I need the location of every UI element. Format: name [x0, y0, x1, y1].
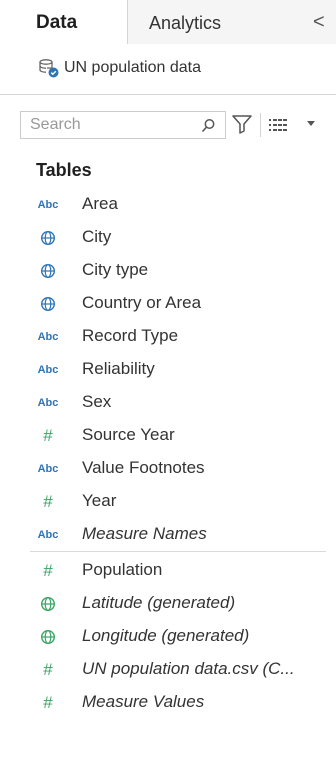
number-type-icon: #: [30, 492, 66, 512]
field-country-or-area[interactable]: Country or Area: [30, 289, 326, 319]
field-name: Sex: [82, 392, 112, 411]
field-latitude-generated[interactable]: Latitude (generated): [30, 589, 326, 619]
tab-data-label: Data: [36, 12, 78, 33]
globe-icon: [40, 263, 56, 279]
pane-tabs: Data Analytics <: [0, 0, 336, 45]
field-name: Population: [82, 560, 163, 579]
field-name: Latitude (generated): [82, 593, 236, 612]
datasource-name: UN population data: [64, 59, 201, 76]
globe-icon: [40, 296, 56, 312]
string-type-icon: Abc: [30, 327, 66, 347]
search-input[interactable]: [30, 115, 180, 135]
geographic-role-icon: [30, 261, 66, 281]
field-name: Reliability: [82, 359, 155, 378]
string-type-icon: Abc: [30, 393, 66, 413]
abc-glyph: Abc: [37, 463, 59, 475]
hash-glyph: #: [43, 561, 53, 580]
datasource-row[interactable]: UN population data: [0, 44, 336, 95]
abc-glyph: Abc: [37, 364, 59, 376]
field-sex[interactable]: Abc Sex: [30, 388, 326, 418]
field-measure-values[interactable]: # Measure Values: [30, 688, 326, 718]
globe-icon: [40, 596, 56, 612]
field-name: Longitude (generated): [82, 626, 250, 645]
abc-glyph: Abc: [37, 199, 59, 211]
search-field[interactable]: [20, 111, 226, 139]
measures-divider: [30, 551, 326, 552]
tab-analytics[interactable]: Analytics <: [128, 0, 336, 44]
field-name: Year: [82, 491, 117, 510]
field-population[interactable]: # Population: [30, 556, 326, 586]
search-icon[interactable]: [199, 117, 217, 135]
tab-analytics-label: Analytics: [149, 13, 222, 33]
globe-icon: [40, 629, 56, 645]
field-reliability[interactable]: Abc Reliability: [30, 355, 326, 385]
number-type-icon: #: [30, 561, 66, 581]
field-name: Country or Area: [82, 293, 202, 312]
string-type-icon: Abc: [30, 525, 66, 545]
geographic-role-icon: [30, 294, 66, 314]
field-un-population-data-csv-c[interactable]: # UN population data.csv (C...: [30, 655, 326, 685]
field-name: Source Year: [82, 425, 175, 444]
abc-glyph: Abc: [37, 397, 59, 409]
number-type-icon: #: [30, 660, 66, 680]
field-name: Record Type: [82, 326, 179, 345]
field-source-year[interactable]: # Source Year: [30, 421, 326, 451]
list-view-icon[interactable]: [266, 114, 290, 136]
hash-glyph: #: [43, 426, 53, 445]
string-type-icon: Abc: [30, 360, 66, 380]
filter-icon[interactable]: [230, 112, 254, 136]
number-type-icon: #: [30, 426, 66, 446]
field-city[interactable]: City: [30, 223, 326, 253]
hash-glyph: #: [43, 693, 53, 712]
field-value-footnotes[interactable]: Abc Value Footnotes: [30, 454, 326, 484]
field-measure-names[interactable]: Abc Measure Names: [30, 520, 326, 550]
tab-data[interactable]: Data: [0, 0, 128, 45]
hash-glyph: #: [43, 492, 53, 511]
field-longitude-generated[interactable]: Longitude (generated): [30, 622, 326, 652]
field-record-type[interactable]: Abc Record Type: [30, 322, 326, 352]
field-name: Value Footnotes: [82, 458, 205, 477]
field-year[interactable]: # Year: [30, 487, 326, 517]
abc-glyph: Abc: [37, 529, 59, 541]
geographic-role-icon: [30, 627, 66, 647]
field-name: Area: [82, 194, 118, 213]
field-name: City: [82, 227, 112, 246]
string-type-icon: Abc: [30, 195, 66, 215]
field-area[interactable]: Abc Area: [30, 190, 326, 220]
field-name: Measure Names: [82, 524, 207, 543]
datasource-icon: [39, 59, 59, 78]
field-city-type[interactable]: City type: [30, 256, 326, 286]
abc-glyph: Abc: [37, 331, 59, 343]
toolbar-divider: [260, 113, 261, 137]
number-type-icon: #: [30, 693, 66, 713]
collapse-pane-icon[interactable]: <: [313, 12, 325, 32]
geographic-role-icon: [30, 228, 66, 248]
data-pane: Data Analytics < UN population data Sear…: [0, 0, 336, 763]
field-name: City type: [82, 260, 149, 279]
globe-icon: [40, 230, 56, 246]
string-type-icon: Abc: [30, 459, 66, 479]
dropdown-arrow-icon[interactable]: [306, 120, 316, 128]
field-name: Measure Values: [82, 692, 205, 711]
tables-heading: Tables: [36, 160, 92, 180]
hash-glyph: #: [43, 660, 53, 679]
field-name: UN population data.csv (C...: [82, 659, 295, 678]
geographic-role-icon: [30, 594, 66, 614]
